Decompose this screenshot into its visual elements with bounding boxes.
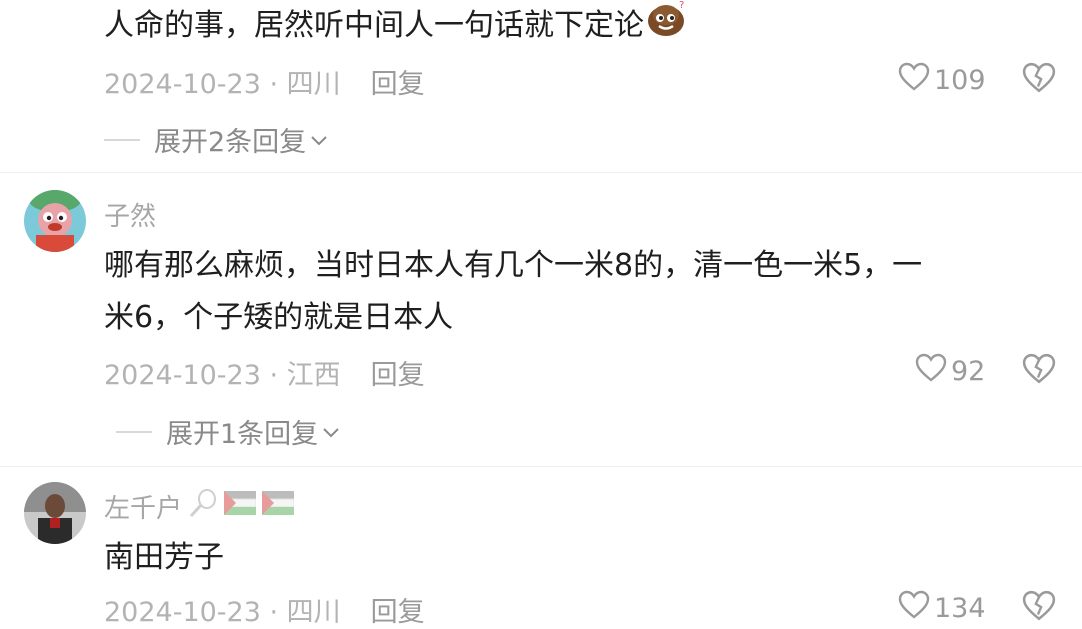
divider-line [116,430,152,433]
like-count: 92 [951,356,986,387]
palestine-flag-icon [223,491,257,522]
username-label: 左千户 [104,494,183,524]
svg-text:?: ? [679,0,684,11]
comment-date-location: 2024-10-23 · 江西 [104,360,341,391]
expand-replies-label: 展开2条回复 [154,127,307,158]
comment-meta: 2024-10-23 · 江西 回复 [104,353,425,392]
username[interactable]: 子然 [104,196,156,233]
broken-heart-icon [1022,353,1056,389]
reply-button[interactable]: 回复 [371,353,425,392]
poop-emoji-icon: ? [646,0,690,55]
comment-divider [0,466,1082,467]
heart-icon [915,353,947,390]
username-label: 子然 [104,202,157,232]
like-button[interactable]: 134 [898,590,986,627]
comment-date-location: 2024-10-23 · 四川 [104,69,341,100]
comment-text-line-2: 米6，个子矮的就是日本人 [104,300,454,335]
dislike-button[interactable] [1022,62,1056,94]
comment-date-location: 2024-10-23 · 四川 [104,597,341,628]
comment-text-line-1: 哪有那么麻烦，当时日本人有几个一米8的，清一色一米5，一 [104,248,923,283]
like-button[interactable]: 92 [915,353,985,390]
broken-heart-icon [1022,62,1056,98]
broken-heart-icon [1022,590,1056,626]
dislike-button[interactable] [1022,590,1056,622]
like-count: 109 [934,65,986,96]
username[interactable]: 左千户 [104,488,295,525]
chevron-down-icon [322,416,340,447]
avatar[interactable] [24,482,86,544]
palestine-flag-icon [261,491,295,522]
heart-icon [898,590,930,627]
expand-replies-label: 展开1条回复 [166,419,319,450]
like-count: 134 [934,593,986,624]
expand-replies-button[interactable]: 展开2条回复 [104,120,328,159]
reply-button[interactable]: 回复 [371,62,425,101]
comment-meta: 2024-10-23 · 四川 回复 [104,590,425,629]
comment-text: 南田芳子 [104,540,224,575]
reply-button[interactable]: 回复 [371,590,425,629]
badminton-racket-icon [188,488,218,525]
expand-replies-button[interactable]: 展开1条回复 [116,412,340,451]
comment-meta: 2024-10-23 · 四川 回复 [104,62,425,101]
like-button[interactable]: 109 [898,62,986,99]
heart-icon [898,62,930,99]
comment-divider [0,172,1082,173]
avatar[interactable] [24,190,86,252]
dislike-button[interactable] [1022,353,1056,385]
chevron-down-icon [310,124,328,155]
divider-line [104,138,140,141]
comment-text: 人命的事，居然听中间人一句话就下定论 ? [104,0,690,55]
